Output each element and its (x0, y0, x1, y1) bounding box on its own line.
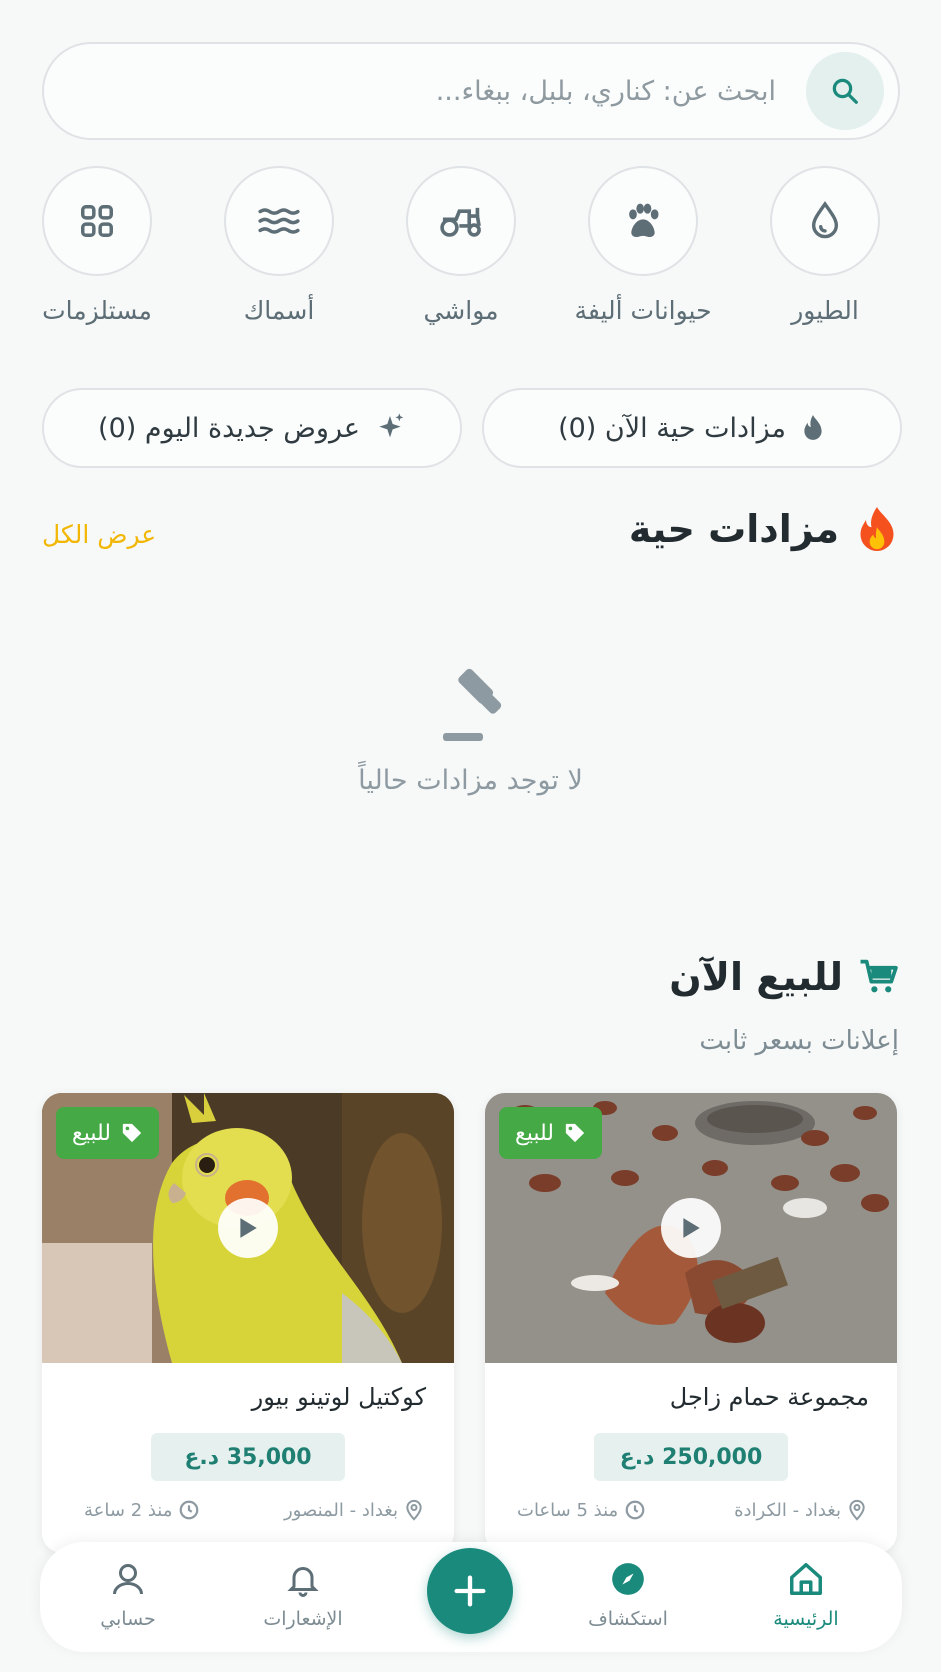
listing-price: 250,000 د.ع (594, 1433, 788, 1481)
live-auctions-pill[interactable]: مزادات حية الآن (0) (482, 388, 902, 468)
empty-state-text: لا توجد مزادات حالياً (358, 765, 583, 796)
nav-notifications-label: الإشعارات (263, 1608, 343, 1630)
category-label: حيوانات أليفة (574, 296, 712, 325)
category-label: مواشي (423, 296, 499, 325)
grid-icon (81, 205, 113, 237)
category-supplies[interactable]: مستلزمات (12, 166, 182, 325)
nav-explore-label: استكشاف (588, 1608, 668, 1630)
bell-icon (287, 1567, 319, 1597)
listing-time: منذ 5 ساعات (517, 1499, 646, 1521)
play-icon (683, 1218, 700, 1238)
live-auctions-label: مزادات حية الآن (0) (558, 412, 786, 444)
fire-icon (860, 507, 894, 551)
flame-icon (804, 415, 822, 440)
tag-icon (565, 1123, 585, 1143)
location-text: بغداد - المنصور (283, 1499, 398, 1521)
category-livestock[interactable]: مواشي (376, 166, 546, 325)
home-icon (790, 1563, 822, 1595)
clock-icon (625, 1500, 645, 1520)
see-all-link[interactable]: عرض الكل (42, 520, 156, 549)
category-circle (770, 166, 880, 276)
category-circle (42, 166, 152, 276)
category-pets[interactable]: حيوانات أليفة (558, 166, 728, 325)
empty-state: لا توجد مزادات حالياً (0, 665, 941, 796)
search-bar[interactable] (42, 42, 900, 140)
new-offers-pill[interactable]: عروض جديدة اليوم (0) (42, 388, 462, 468)
category-fish[interactable]: أسماك (194, 166, 364, 325)
compass-icon (612, 1563, 644, 1595)
listing-card[interactable]: للبيع كوكتيل لوتينو بيور 35,000 د.ع بغدا… (42, 1093, 454, 1553)
sparkles-icon (379, 413, 404, 438)
add-listing-button[interactable] (427, 1548, 513, 1634)
new-offers-label: عروض جديدة اليوم (0) (98, 412, 360, 444)
category-row: الطيور حيوانات أليفة مواشي أسماك مستلزما… (30, 166, 910, 336)
paw-icon (629, 203, 659, 238)
listing-title: مجموعة حمام زاجل (669, 1383, 869, 1411)
listing-title: كوكتيل لوتينو بيور (251, 1383, 426, 1411)
search-input[interactable] (58, 75, 806, 107)
waves-icon (258, 208, 300, 234)
nav-account-label: حسابي (100, 1608, 156, 1630)
category-circle (588, 166, 698, 276)
for-sale-badge: للبيع (56, 1107, 159, 1159)
badge-label: للبيع (515, 1120, 554, 1146)
category-label: مستلزمات (42, 296, 152, 325)
category-circle (406, 166, 516, 276)
for-sale-badge: للبيع (499, 1107, 602, 1159)
listing-image[interactable]: للبيع (485, 1093, 897, 1363)
nav-notifications[interactable]: الإشعارات (233, 1560, 373, 1630)
nav-explore[interactable]: استكشاف (558, 1560, 698, 1630)
tractor-icon (440, 207, 481, 237)
live-auctions-title: مزادات حية (628, 507, 839, 551)
play-icon (240, 1218, 257, 1238)
play-button[interactable] (661, 1198, 721, 1258)
nav-home-label: الرئيسية (773, 1608, 839, 1630)
category-label: أسماك (243, 296, 315, 325)
tag-icon (122, 1123, 142, 1143)
gavel-icon (442, 668, 501, 741)
listing-time: منذ 2 ساعة (84, 1499, 200, 1521)
clock-icon (180, 1500, 199, 1520)
user-icon (113, 1564, 143, 1595)
category-label: الطيور (791, 296, 859, 325)
search-button[interactable] (806, 52, 884, 130)
location-pin-icon (406, 1499, 422, 1521)
listing-location: بغداد - المنصور (284, 1499, 424, 1521)
live-auctions-heading: مزادات حية (629, 505, 899, 553)
for-sale-title: للبيع الآن (669, 955, 843, 999)
time-text: منذ 2 ساعة (84, 1499, 173, 1521)
time-text: منذ 5 ساعات (517, 1499, 619, 1521)
location-text: بغداد - الكرادة (734, 1499, 841, 1521)
category-circle (224, 166, 334, 276)
listing-price: 35,000 د.ع (151, 1433, 345, 1481)
search-icon (832, 78, 858, 104)
listing-image[interactable]: للبيع (42, 1093, 454, 1363)
for-sale-subtitle: إعلانات بسعر ثابت (699, 1026, 899, 1056)
badge-label: للبيع (72, 1120, 111, 1146)
nav-home[interactable]: الرئيسية (736, 1560, 876, 1630)
category-birds[interactable]: الطيور (740, 166, 910, 325)
listing-location: بغداد - الكرادة (734, 1499, 867, 1521)
drop-icon (811, 201, 839, 239)
for-sale-heading: للبيع الآن (669, 955, 899, 999)
location-pin-icon (849, 1499, 865, 1521)
play-button[interactable] (218, 1198, 278, 1258)
nav-account[interactable]: حسابي (58, 1560, 198, 1630)
cart-icon (860, 959, 898, 993)
plus-icon (454, 1575, 486, 1607)
listing-card[interactable]: للبيع مجموعة حمام زاجل 250,000 د.ع بغداد… (485, 1093, 897, 1553)
